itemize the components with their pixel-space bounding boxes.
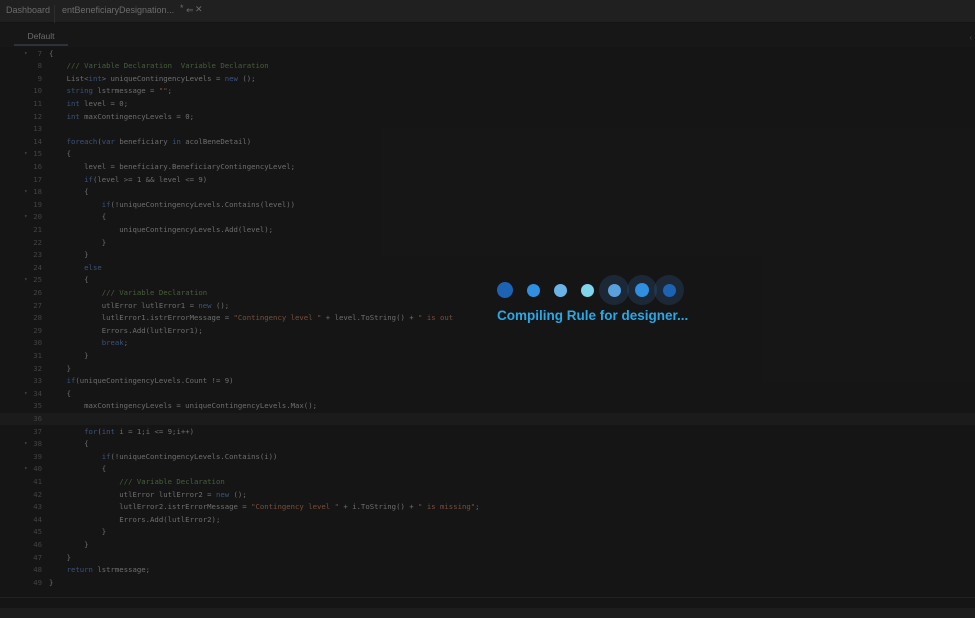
loading-dot	[635, 283, 649, 297]
loading-dot	[553, 283, 567, 297]
loading-message: Compiling Rule for designer...	[497, 308, 689, 323]
loading-overlay: Compiling Rule for designer...	[0, 0, 975, 618]
loading-dot	[497, 282, 513, 298]
loading-dot	[526, 283, 540, 297]
loading-dot	[607, 283, 621, 297]
loading-dot	[662, 283, 676, 297]
loading-dot	[580, 283, 594, 297]
